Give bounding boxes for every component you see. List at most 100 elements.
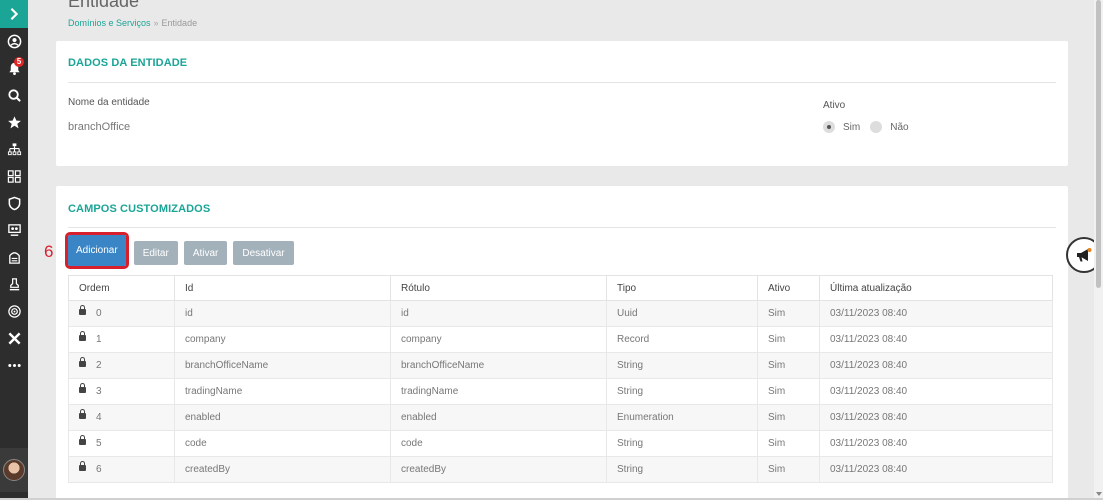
page-title: Entidade <box>68 0 140 11</box>
step-number-annotation: 6 <box>44 242 54 261</box>
breadcrumb-separator: » <box>153 18 159 28</box>
left-sidebar: 5 <box>0 0 28 500</box>
breadcrumb-link[interactable]: Domínios e Serviços <box>68 18 151 28</box>
id-cell: code <box>174 430 391 457</box>
order-cell: 0 <box>68 300 175 327</box>
edit-button[interactable]: Editar <box>133 241 178 265</box>
order-cell: 5 <box>68 430 175 457</box>
table-row[interactable]: 0 id id Uuid Sim 03/11/2023 08:40 <box>68 300 1053 327</box>
active-cell: Sim <box>757 300 820 327</box>
divider <box>68 82 1056 83</box>
active-no-label: Não <box>890 121 909 133</box>
active-cell: Sim <box>757 326 820 353</box>
menu-toggle-button[interactable] <box>0 0 28 28</box>
active-cell: Sim <box>757 352 820 379</box>
more-icon <box>7 364 21 367</box>
column-header-active[interactable]: Ativo <box>757 275 820 301</box>
organization-button[interactable] <box>0 136 28 163</box>
column-header-order[interactable]: Ordem <box>68 275 175 301</box>
id-cell: tradingName <box>174 378 391 405</box>
chevron-right-icon <box>10 7 19 21</box>
table-row[interactable]: 1 company company Record Sim 03/11/2023 … <box>68 326 1053 353</box>
breadcrumb-current: Entidade <box>161 18 198 28</box>
deactivate-button[interactable]: Desativar <box>233 241 294 265</box>
label-cell: id <box>390 300 607 327</box>
activate-button[interactable]: Ativar <box>183 241 228 265</box>
updated-cell: 03/11/2023 08:40 <box>819 326 1053 353</box>
lock-icon <box>79 305 86 316</box>
scrollbar-thumb[interactable] <box>1096 0 1101 288</box>
user-avatar[interactable] <box>0 448 28 492</box>
monitoring-button[interactable] <box>0 217 28 244</box>
order-value: 4 <box>96 412 102 423</box>
id-cell: id <box>174 300 391 327</box>
lock-icon <box>79 461 86 472</box>
entity-name-value: branchOffice <box>68 121 131 133</box>
order-value: 3 <box>96 386 102 397</box>
label-cell: branchOfficeName <box>390 352 607 379</box>
active-cell: Sim <box>757 378 820 405</box>
column-header-label[interactable]: Rótulo <box>390 275 607 301</box>
column-header-updated[interactable]: Última atualização <box>819 275 1053 301</box>
active-cell: Sim <box>757 404 820 431</box>
order-value: 1 <box>96 334 102 345</box>
column-header-type[interactable]: Tipo <box>606 275 758 301</box>
id-cell: branchOfficeName <box>174 352 391 379</box>
updated-cell: 03/11/2023 08:40 <box>819 456 1053 483</box>
order-cell: 2 <box>68 352 175 379</box>
label-cell: company <box>390 326 607 353</box>
archive-icon <box>8 252 20 264</box>
id-cell: createdBy <box>174 456 391 483</box>
notifications-button[interactable]: 5 <box>0 55 28 82</box>
order-cell: 1 <box>68 326 175 353</box>
scroll-down-arrow[interactable] <box>1096 492 1102 496</box>
favorites-button[interactable] <box>0 109 28 136</box>
more-button[interactable] <box>0 352 28 379</box>
type-cell: Record <box>606 326 758 353</box>
goals-button[interactable] <box>0 298 28 325</box>
order-value: 2 <box>96 360 102 371</box>
megaphone-icon <box>1077 248 1092 262</box>
team-icon <box>7 170 21 183</box>
type-cell: Uuid <box>606 300 758 327</box>
type-cell: String <box>606 378 758 405</box>
order-cell: 3 <box>68 378 175 405</box>
add-button[interactable]: Adicionar <box>65 232 129 269</box>
table-row[interactable]: 5 code code String Sim 03/11/2023 08:40 <box>68 430 1053 457</box>
lock-icon <box>79 331 86 342</box>
approvals-button[interactable] <box>0 271 28 298</box>
label-cell: tradingName <box>390 378 607 405</box>
search-button[interactable] <box>0 82 28 109</box>
security-button[interactable] <box>0 190 28 217</box>
search-icon <box>7 89 21 102</box>
lock-icon <box>79 409 86 420</box>
active-yes-label: Sim <box>843 121 861 133</box>
table-row[interactable]: 4 enabled enabled Enumeration Sim 03/11/… <box>68 404 1053 431</box>
notification-count-badge: 5 <box>14 57 24 67</box>
team-button[interactable] <box>0 163 28 190</box>
lock-icon <box>79 383 86 394</box>
table-row[interactable]: 3 tradingName tradingName String Sim 03/… <box>68 378 1053 405</box>
id-cell: company <box>174 326 391 353</box>
x-app-button[interactable] <box>0 325 28 352</box>
active-cell: Sim <box>757 456 820 483</box>
id-cell: enabled <box>174 404 391 431</box>
table-row[interactable]: 2 branchOfficeName branchOfficeName Stri… <box>68 352 1053 379</box>
type-cell: String <box>606 456 758 483</box>
updated-cell: 03/11/2023 08:40 <box>819 430 1053 457</box>
order-cell: 6 <box>68 456 175 483</box>
page-scrollbar[interactable] <box>1094 0 1103 500</box>
active-no-radio[interactable] <box>870 121 883 133</box>
hierarchy-icon <box>7 143 21 156</box>
column-header-id[interactable]: Id <box>174 275 391 301</box>
active-cell: Sim <box>757 430 820 457</box>
order-value: 5 <box>96 438 102 449</box>
archive-button[interactable] <box>0 244 28 271</box>
active-yes-radio[interactable] <box>823 121 835 133</box>
order-value: 0 <box>96 308 102 319</box>
table-row[interactable]: 6 createdBy createdBy String Sim 03/11/2… <box>68 456 1053 483</box>
active-radio-group: Sim Não <box>823 121 919 133</box>
active-label: Ativo <box>823 100 846 111</box>
label-cell: createdBy <box>390 456 607 483</box>
profile-button[interactable] <box>0 28 28 55</box>
